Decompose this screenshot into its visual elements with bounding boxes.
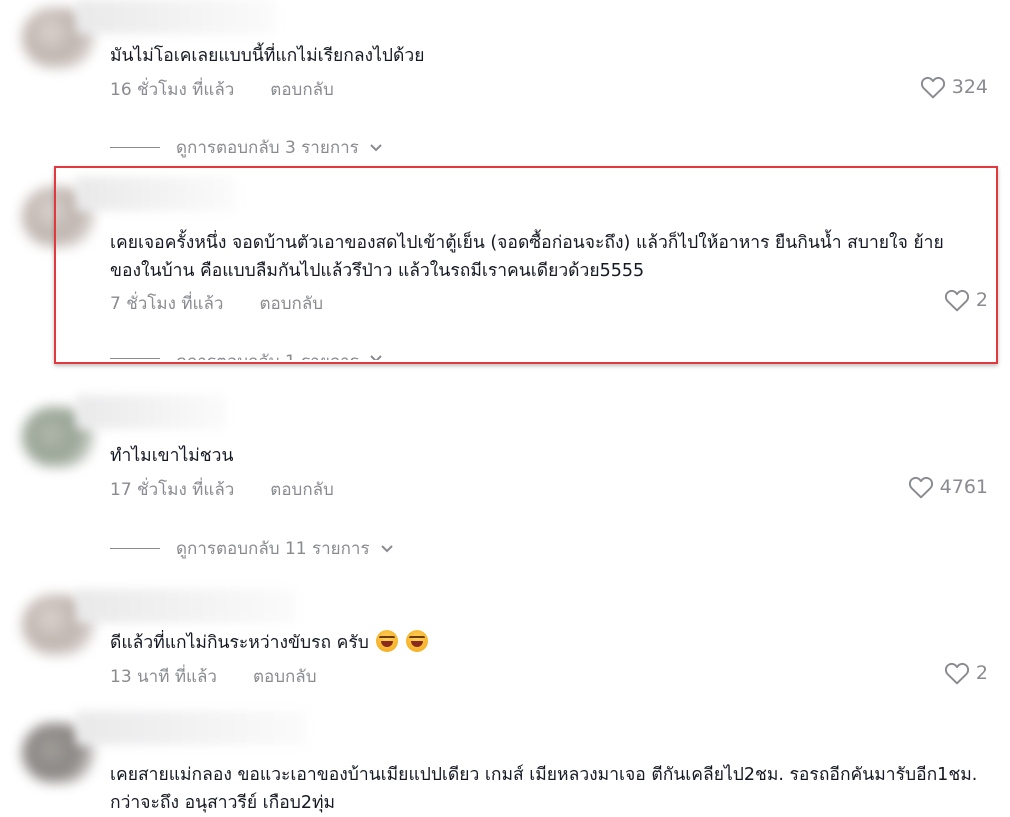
comment-item: ทำไมเขาไม่ชวน 17 ชั่วโมง ที่แล้ว ตอบกลับ… xyxy=(0,385,1010,585)
username-blurred[interactable] xyxy=(76,395,226,429)
heart-outline-icon xyxy=(944,289,969,312)
comment-item-highlighted: เคยเจอครั้งหนึ่ง จอดบ้านตัวเอาของสดไปเข้… xyxy=(0,165,1010,375)
like-button[interactable]: 2 xyxy=(944,661,988,685)
reply-button[interactable]: ตอบกลับ xyxy=(259,290,323,317)
comment-meta: 13 นาที ที่แล้ว ตอบกลับ xyxy=(110,663,317,690)
comment-item: ดีแล้วที่แกไม่กินระหว่างขับรถ ครับ 13 นา… xyxy=(0,585,1010,705)
comment-time: 16 ชั่วโมง ที่แล้ว xyxy=(110,80,235,100)
reply-button[interactable]: ตอบกลับ xyxy=(270,476,334,503)
username-blurred[interactable] xyxy=(76,0,276,34)
view-replies-button[interactable]: ดูการตอบกลับ 3 รายการ xyxy=(110,134,383,161)
heart-outline-icon xyxy=(908,476,933,499)
like-button[interactable]: 324 xyxy=(920,75,988,99)
comment-time: 17 ชั่วโมง ที่แล้ว xyxy=(110,480,235,500)
view-replies-label: ดูการตอบกลับ 11 รายการ xyxy=(176,539,370,559)
comment-text: ทำไมเขาไม่ชวน xyxy=(110,446,234,466)
username-blurred[interactable] xyxy=(76,589,296,623)
like-button[interactable]: 2 xyxy=(944,288,988,312)
view-replies-button[interactable]: ดูการตอบกลับ 11 รายการ xyxy=(110,535,394,562)
chevron-down-icon xyxy=(370,143,382,151)
like-count: 2 xyxy=(975,289,988,311)
comment-meta: 16 ชั่วโมง ที่แล้ว ตอบกลับ xyxy=(110,76,334,103)
laughing-emoji-icon xyxy=(376,630,399,652)
comment-text: มันไม่โอเคเลยแบบนี้ที่แกไม่เรียกลงไปด้วย xyxy=(110,46,425,66)
comment-time: 13 นาที ที่แล้ว xyxy=(110,667,217,687)
chevron-down-icon xyxy=(370,355,382,360)
like-button[interactable]: 4761 xyxy=(908,475,988,499)
comment-item: มันไม่โอเคเลยแบบนี้ที่แกไม่เรียกลงไปด้วย… xyxy=(0,0,1010,165)
comment-text: เคยเจอครั้งหนึ่ง จอดบ้านตัวเอาของสดไปเข้… xyxy=(110,233,944,281)
like-count: 324 xyxy=(951,76,988,98)
comment-text: ดีแล้วที่แกไม่กินระหว่างขับรถ ครับ xyxy=(110,629,950,657)
view-replies-label: ดูการตอบกลับ 1 รายการ xyxy=(176,348,359,360)
comment-text-content: ดีแล้วที่แกไม่กินระหว่างขับรถ ครับ xyxy=(110,633,369,653)
username-blurred[interactable] xyxy=(76,177,236,211)
chevron-down-icon xyxy=(380,544,393,552)
view-replies-button[interactable]: ดูการตอบกลับ 1 รายการ xyxy=(110,348,383,360)
comment-text: เคยสายแม่กลอง ขอแวะเอาของบ้านเมียแปปเดีย… xyxy=(110,765,978,813)
heart-outline-icon xyxy=(944,662,969,685)
username-blurred[interactable] xyxy=(76,711,306,745)
reply-button[interactable]: ตอบกลับ xyxy=(253,663,317,690)
comment-item: เคยสายแม่กลอง ขอแวะเอาของบ้านเมียแปปเดีย… xyxy=(0,705,1010,814)
divider-line xyxy=(110,548,160,549)
divider-line xyxy=(110,147,160,148)
heart-outline-icon xyxy=(920,76,945,99)
view-replies-label: ดูการตอบกลับ 3 รายการ xyxy=(176,138,359,158)
comment-meta: 7 ชั่วโมง ที่แล้ว ตอบกลับ xyxy=(110,290,323,317)
laughing-emoji-icon xyxy=(406,630,429,652)
comment-time: 7 ชั่วโมง ที่แล้ว xyxy=(110,294,224,314)
like-count: 2 xyxy=(975,662,988,684)
comment-meta: 17 ชั่วโมง ที่แล้ว ตอบกลับ xyxy=(110,476,334,503)
like-count: 4761 xyxy=(939,476,988,498)
divider-line xyxy=(110,358,160,359)
reply-button[interactable]: ตอบกลับ xyxy=(270,76,334,103)
